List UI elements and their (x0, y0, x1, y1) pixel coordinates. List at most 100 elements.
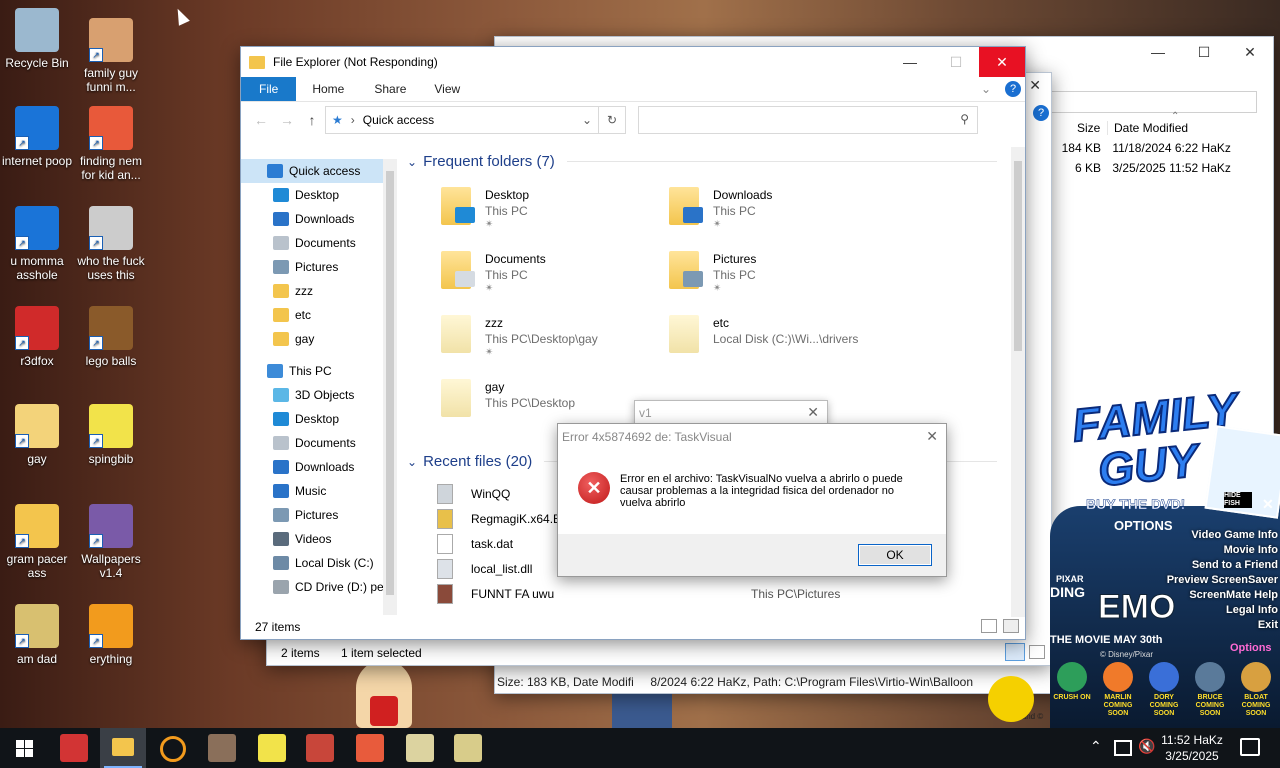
close-button[interactable]: ✕ (926, 428, 938, 445)
sidebar-item[interactable]: 3D Objects (241, 383, 397, 407)
sidebar-item[interactable]: Downloads (241, 455, 397, 479)
sidebar-item[interactable]: Pictures✴ (241, 255, 397, 279)
frequent-folder[interactable]: Desktop This PC ✴ (441, 187, 529, 230)
desktop-icon[interactable]: ↗ gay (0, 404, 74, 466)
desktop-icon[interactable]: ↗ gram pacer ass (0, 504, 74, 580)
network-icon[interactable] (1114, 740, 1132, 756)
sidebar-item[interactable]: Downloads✴ (241, 207, 397, 231)
help-icon[interactable]: ? (1005, 81, 1021, 97)
frequent-folder[interactable]: etc Local Disk (C:)\Wi...\drivers (669, 315, 858, 353)
ad-character[interactable]: BRUCE COMING SOON (1188, 662, 1232, 718)
volume-muted-icon[interactable]: 🔇 (1138, 738, 1155, 755)
ad-character[interactable]: CRUSH ON (1050, 662, 1094, 702)
r3dfox-taskbar-icon[interactable] (60, 734, 88, 762)
refresh-button[interactable]: ↻ (599, 106, 626, 134)
ad-options2[interactable]: Options (1230, 642, 1272, 654)
ad-menu-item[interactable]: Movie Info (1150, 543, 1278, 558)
search-taskbar-icon[interactable] (160, 736, 186, 762)
clock[interactable]: 11:52 HaKz 3/25/2025 (1160, 732, 1224, 764)
sidebar-item[interactable]: Music (241, 479, 397, 503)
spongebob-taskbar-icon[interactable] (258, 734, 286, 762)
address-bar[interactable]: ★ › Quick access ⌄ (325, 106, 599, 134)
tab-view[interactable]: View (420, 77, 474, 101)
maximize-button[interactable]: ☐ (933, 47, 979, 77)
nemo-taskbar-icon[interactable] (356, 734, 384, 762)
maximize-button[interactable]: ☐ (1181, 37, 1227, 67)
ad-character[interactable]: DORY COMING SOON (1142, 662, 1186, 718)
sidebar-item[interactable]: zzz✴ (241, 279, 397, 303)
start-button[interactable] (0, 728, 48, 768)
hide-fish-button[interactable]: HIDE FISH (1224, 492, 1252, 508)
close-icon[interactable]: ✕ (1262, 496, 1274, 513)
help-icon[interactable]: ? (1033, 105, 1049, 121)
desktop-icon[interactable]: ↗ u momma asshole (0, 206, 74, 282)
desktop-icon[interactable]: Recycle Bin (0, 8, 74, 70)
ad-character[interactable]: MARLIN COMING SOON (1096, 662, 1140, 718)
column-date-modified[interactable]: Date Modified (1107, 121, 1188, 135)
frequent-folder[interactable]: Downloads This PC ✴ (669, 187, 772, 230)
desktop-icon[interactable]: ↗ who the fuck uses this (74, 206, 148, 282)
table-row[interactable]: 184 KB 11/18/2024 6:22 HaKz (1055, 141, 1255, 155)
desktop-icon[interactable]: ↗ erything (74, 604, 148, 666)
desktop-icon[interactable]: ↗ am dad (0, 604, 74, 666)
tab-file[interactable]: File (241, 77, 297, 101)
desktop-icon[interactable]: ↗ spingbib (74, 404, 148, 466)
file-taskbar-icon[interactable] (454, 734, 482, 762)
column-size[interactable]: Size (1077, 121, 1100, 135)
lego-taskbar-icon[interactable] (306, 734, 334, 762)
desktop-icon[interactable]: ↗ lego balls (74, 306, 148, 368)
desktop-icon[interactable]: ↗ internet poop (0, 106, 74, 168)
family-guy-taskbar-icon[interactable] (208, 734, 236, 762)
sidebar-item[interactable]: Pictures (241, 503, 397, 527)
close-button[interactable]: ✕ (1227, 37, 1273, 67)
close-button[interactable]: ✕ (979, 47, 1025, 77)
close-button[interactable]: ✕ (807, 404, 819, 421)
sidebar-item[interactable]: gay (241, 327, 397, 351)
table-row[interactable]: 6 KB 3/25/2025 11:52 HaKz (1055, 161, 1255, 175)
desktop-icon[interactable]: ↗ r3dfox (0, 306, 74, 368)
tab-home[interactable]: Home (296, 77, 360, 101)
back-arrow-icon[interactable]: ← (247, 112, 275, 128)
sidebar-item[interactable]: Desktop (241, 407, 397, 431)
address-dropdown-icon[interactable]: ⌄ (582, 113, 592, 127)
forward-arrow-icon[interactable]: → (275, 112, 299, 128)
notepad-taskbar-icon[interactable] (406, 734, 434, 762)
ad-menu-item[interactable]: Send to a Friend (1150, 558, 1278, 573)
frequent-folder[interactable]: zzz This PC\Desktop\gay ✴ (441, 315, 598, 358)
search-input[interactable]: ⚲ (638, 106, 978, 134)
sidebar-item[interactable]: Videos (241, 527, 397, 551)
frequent-folders-header[interactable]: ⌄ Frequent folders (7) (407, 153, 997, 170)
tab-share[interactable]: Share (360, 77, 420, 101)
desktop-icon[interactable]: ↗ Wallpapers v1.4 (74, 504, 148, 580)
ad-character[interactable]: BLOAT COMING SOON (1234, 662, 1278, 718)
sidebar-item[interactable]: Documents (241, 431, 397, 455)
ribbon-expand-chevron-icon[interactable]: ⌄ (981, 82, 991, 96)
sidebar-item[interactable]: CD Drive (D:) pe (241, 575, 397, 599)
notification-center-icon[interactable] (1240, 738, 1260, 756)
large-icons-view-icon[interactable] (1003, 619, 1019, 633)
up-arrow-icon[interactable]: ↑ (299, 112, 325, 128)
sidebar-item[interactable]: Desktop✴ (241, 183, 397, 207)
sidebar-item[interactable]: Local Disk (C:) (241, 551, 397, 575)
close-button[interactable]: ✕ (1029, 77, 1041, 94)
frequent-folder[interactable]: Pictures This PC ✴ (669, 251, 756, 294)
minimize-button[interactable]: — (887, 47, 933, 77)
address-bar[interactable] (1051, 91, 1257, 113)
content-scrollbar[interactable] (1011, 147, 1025, 617)
desktop-icon[interactable]: ↗ finding nem for kid an... (74, 106, 148, 182)
frequent-folder[interactable]: Documents This PC ✴ (441, 251, 546, 294)
details-view-icon[interactable] (981, 619, 997, 633)
ad-menu-item[interactable]: Preview ScreenSaver (1150, 573, 1278, 588)
details-view-icon[interactable] (1005, 643, 1025, 661)
frequent-folder[interactable]: gay This PC\Desktop (441, 379, 575, 417)
sidebar-item[interactable]: This PC (241, 359, 397, 383)
sidebar-item[interactable]: Quick access (241, 159, 397, 183)
ad-menu-item[interactable]: Video Game Info (1150, 528, 1278, 543)
title-bar[interactable]: File Explorer (Not Responding) — ☐ ✕ (241, 47, 1025, 77)
ad-buy-dvd[interactable]: BUY THE DVD! (1086, 496, 1186, 513)
sidebar-item[interactable]: Documents✴ (241, 231, 397, 255)
sidebar-scrollbar[interactable] (383, 159, 397, 615)
show-hidden-icons-chevron-icon[interactable]: ⌃ (1090, 738, 1102, 755)
file-explorer-taskbar-button[interactable] (100, 728, 146, 768)
large-icons-view-icon[interactable] (1029, 645, 1045, 659)
